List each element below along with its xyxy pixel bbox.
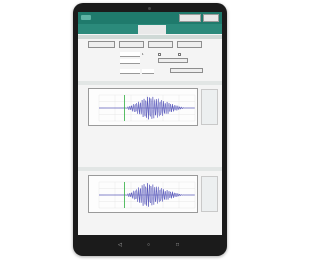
row3-button[interactable] [170,68,203,73]
chart-1-side-panel[interactable] [201,89,218,125]
waveform-chart-1 [88,88,198,126]
app-bar [78,12,222,24]
chart-1-plot [98,94,196,122]
options-section-header [78,35,222,39]
control-button-4[interactable] [177,41,202,48]
row2-input[interactable] [120,59,140,64]
tablet-device: 1 ◁ ○ □ [73,3,227,256]
tab-bar [78,24,222,34]
chart-2-side-panel[interactable] [201,176,218,212]
front-camera [148,7,151,10]
system-nav-bar: ◁ ○ □ [78,237,222,253]
tab-5[interactable] [195,25,220,34]
result-section-2 [78,167,222,171]
waveform-trace [99,96,195,120]
row1-checkbox-a[interactable] [158,53,161,56]
tab-1[interactable] [80,25,106,34]
row2-button[interactable] [158,58,188,63]
app-logo [81,15,91,20]
control-button-2[interactable] [119,41,144,48]
row3-input-b[interactable] [142,69,154,74]
control-button-3[interactable] [148,41,173,48]
recents-icon[interactable]: □ [176,242,179,248]
back-icon[interactable]: ◁ [118,242,122,248]
tab-3[interactable] [138,25,166,34]
result-section-1 [78,81,222,85]
control-button-1[interactable] [88,41,115,48]
row1-checkbox-b[interactable] [178,53,181,56]
tab-2[interactable] [108,25,136,34]
app-screen: 1 [78,12,222,235]
tab-4[interactable] [168,25,193,34]
top-button-2[interactable] [203,14,219,22]
chart-2-plot [98,181,196,209]
waveform-chart-2 [88,175,198,213]
top-button-1[interactable] [179,14,201,22]
row1-input[interactable] [120,52,140,57]
row3-input[interactable] [120,69,140,74]
home-icon[interactable]: ○ [147,242,150,248]
row1-value: 1 [142,52,144,56]
